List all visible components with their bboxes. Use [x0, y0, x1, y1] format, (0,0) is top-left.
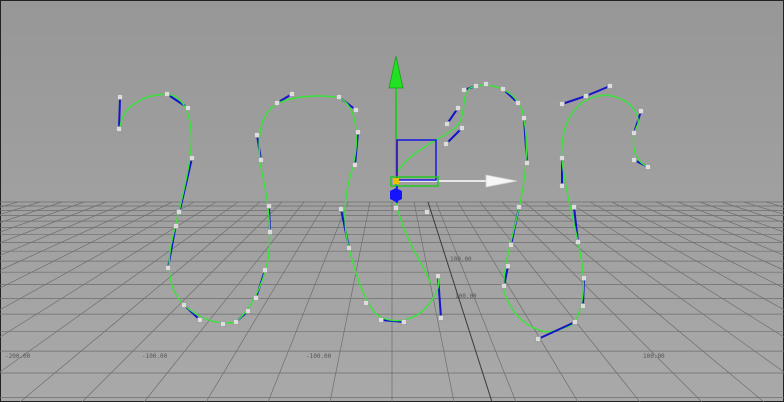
- control-vertex[interactable]: [352, 162, 358, 168]
- control-vertex[interactable]: [521, 115, 527, 121]
- control-vertex[interactable]: [258, 157, 264, 163]
- control-vertex[interactable]: [631, 130, 637, 136]
- control-vertex[interactable]: [355, 129, 361, 135]
- grid-label: 100.00: [643, 353, 665, 360]
- control-vertex[interactable]: [424, 209, 430, 215]
- control-vertex[interactable]: [363, 300, 369, 306]
- control-vertex[interactable]: [346, 245, 352, 251]
- control-vertex[interactable]: [581, 275, 587, 281]
- control-vertex[interactable]: [173, 223, 179, 229]
- z-axis-cone-icon[interactable]: [390, 188, 402, 202]
- control-vertex[interactable]: [233, 319, 239, 325]
- control-vertex[interactable]: [438, 315, 444, 321]
- control-vertex[interactable]: [274, 100, 280, 106]
- control-vertex[interactable]: [181, 302, 187, 308]
- control-vertex[interactable]: [189, 155, 195, 161]
- grid-label: 100.00: [450, 256, 472, 263]
- control-vertex[interactable]: [245, 308, 251, 314]
- control-vertex[interactable]: [220, 321, 226, 327]
- control-vertex[interactable]: [253, 295, 259, 301]
- control-vertex[interactable]: [116, 126, 122, 132]
- control-vertex[interactable]: [164, 91, 170, 97]
- control-vertex[interactable]: [393, 205, 399, 211]
- control-vertex[interactable]: [185, 105, 191, 111]
- control-vertex[interactable]: [559, 183, 565, 189]
- grid-label: -200.00: [5, 353, 31, 360]
- control-vertex[interactable]: [338, 206, 344, 212]
- control-vertex[interactable]: [535, 336, 541, 342]
- control-vertex[interactable]: [461, 87, 467, 93]
- manipulator-center-icon[interactable]: [393, 178, 399, 184]
- viewport-canvas[interactable]: -200.00 -100.00 -100.00 100.00 100.00 10…: [0, 0, 784, 402]
- control-vertex[interactable]: [459, 125, 465, 131]
- control-vertex[interactable]: [197, 317, 203, 323]
- control-vertex[interactable]: [254, 132, 260, 138]
- control-vertex[interactable]: [500, 86, 506, 92]
- grid-label: -100.00: [142, 353, 168, 360]
- control-vertex[interactable]: [483, 81, 489, 87]
- grid-label: -100.00: [306, 353, 332, 360]
- control-vertex[interactable]: [117, 94, 123, 100]
- control-vertex[interactable]: [508, 242, 514, 248]
- control-vertex[interactable]: [266, 203, 272, 209]
- control-vertex[interactable]: [645, 164, 651, 170]
- perspective-viewport[interactable]: -200.00 -100.00 -100.00 100.00 100.00 10…: [0, 0, 784, 402]
- control-vertex[interactable]: [455, 105, 461, 111]
- control-vertex[interactable]: [607, 83, 613, 89]
- control-vertex[interactable]: [559, 155, 565, 161]
- control-vertex[interactable]: [262, 267, 268, 273]
- control-vertex[interactable]: [515, 100, 521, 106]
- control-vertex[interactable]: [575, 239, 581, 245]
- control-vertex[interactable]: [583, 93, 589, 99]
- control-vertex[interactable]: [473, 83, 479, 89]
- control-vertex[interactable]: [267, 229, 273, 235]
- control-vertex[interactable]: [378, 317, 384, 323]
- control-vertex[interactable]: [336, 94, 342, 100]
- control-vertex[interactable]: [501, 283, 507, 289]
- control-vertex[interactable]: [572, 319, 578, 325]
- control-vertex[interactable]: [638, 108, 644, 114]
- control-vertex[interactable]: [505, 263, 511, 269]
- control-vertex[interactable]: [176, 209, 182, 215]
- control-vertex[interactable]: [165, 265, 171, 271]
- control-vertex[interactable]: [401, 319, 407, 325]
- control-vertex[interactable]: [443, 141, 449, 147]
- control-vertex[interactable]: [580, 303, 586, 309]
- control-vertex[interactable]: [631, 157, 637, 163]
- control-vertex[interactable]: [444, 121, 450, 127]
- control-vertex[interactable]: [571, 204, 577, 210]
- grid-label: 100.00: [455, 293, 477, 300]
- control-vertex[interactable]: [516, 204, 522, 210]
- control-vertex[interactable]: [559, 101, 565, 107]
- control-vertex[interactable]: [435, 273, 441, 279]
- control-vertex[interactable]: [289, 91, 295, 97]
- control-vertex[interactable]: [524, 160, 530, 166]
- control-vertex[interactable]: [353, 107, 359, 113]
